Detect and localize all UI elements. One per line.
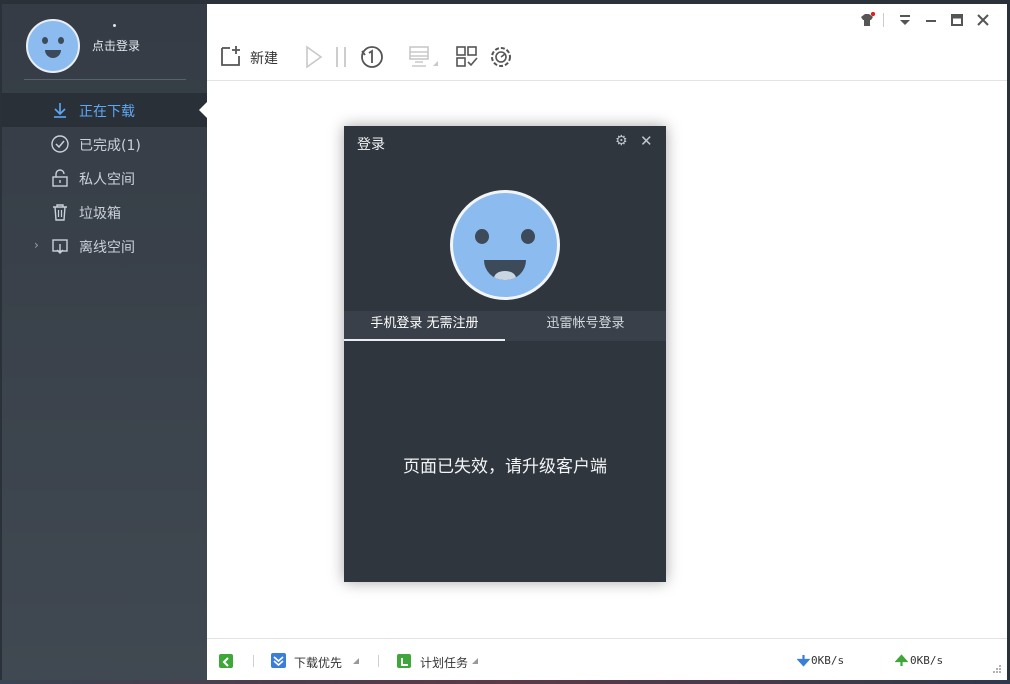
- avatar-eye-left: [475, 229, 489, 244]
- status-divider: [253, 655, 254, 667]
- status-bar: 下载优先 计划任务 0KB/s 0KB/s: [207, 638, 1007, 681]
- scheduled-tasks-button[interactable]: 计划任务: [420, 654, 468, 671]
- thunder-app-window: 点击登录 正在下载 已完成(1) 私人空间 垃圾箱 › 离线空间 新建 下载优先…: [0, 0, 1010, 684]
- play-icon[interactable]: [303, 42, 325, 72]
- sidebar-item-trash[interactable]: 垃圾箱: [2, 195, 207, 229]
- grid-view-icon[interactable]: [454, 42, 480, 72]
- titlebar-divider: [883, 13, 884, 27]
- avatar-mouth: [484, 260, 526, 280]
- dialog-close-icon[interactable]: ✕: [640, 132, 653, 150]
- avatar-eye-right: [521, 229, 535, 244]
- close-icon[interactable]: [975, 12, 991, 28]
- speed-limit-icon[interactable]: [359, 42, 385, 72]
- dialog-title: 登录: [357, 137, 385, 153]
- collapse-sidebar-button[interactable]: [219, 654, 233, 668]
- status-divider: [378, 655, 379, 667]
- user-avatar[interactable]: [26, 19, 80, 73]
- sidebar-item-offline-space[interactable]: › 离线空间: [2, 229, 207, 263]
- sidebar: 点击登录 正在下载 已完成(1) 私人空间 垃圾箱 › 离线空间: [2, 4, 207, 680]
- pause-icon[interactable]: [333, 42, 349, 72]
- avatar-tongue: [494, 271, 516, 280]
- sidebar-item-downloading[interactable]: 正在下载: [2, 93, 207, 127]
- sidebar-item-label: 正在下载: [79, 104, 135, 120]
- active-indicator: [199, 102, 207, 118]
- download-speed-icon: [797, 655, 810, 667]
- tab-account-login[interactable]: 迅雷帐号登录: [505, 311, 666, 341]
- schedule-icon: [397, 654, 411, 668]
- chevron-right-icon[interactable]: ›: [34, 238, 39, 252]
- toolbar: 新建: [207, 34, 1007, 81]
- download-speed: 0KB/s: [811, 654, 845, 667]
- sidebar-divider: [24, 79, 186, 80]
- menu-dropdown-icon[interactable]: [897, 12, 913, 28]
- status-dot: [113, 24, 116, 27]
- sidebar-item-label: 已完成(1): [79, 138, 141, 154]
- minimize-icon[interactable]: [923, 12, 939, 28]
- sidebar-item-label: 私人空间: [79, 172, 135, 188]
- check-circle-icon: [51, 135, 69, 153]
- settings-gear-icon[interactable]: [488, 42, 514, 72]
- avatar-eye-left: [42, 37, 48, 44]
- resize-grip-icon[interactable]: [992, 664, 1002, 674]
- new-file-icon: [221, 46, 240, 66]
- tab-phone-login[interactable]: 手机登录 无需注册: [344, 311, 505, 341]
- avatar-eye-right: [58, 37, 64, 44]
- sidebar-item-private-space[interactable]: 私人空间: [2, 161, 207, 195]
- lock-icon: [52, 169, 68, 187]
- download-icon: [54, 103, 66, 118]
- avatar-mouth: [45, 50, 61, 58]
- upload-speed-icon: [895, 654, 908, 666]
- sort-icon[interactable]: [407, 42, 441, 72]
- schedule-dropdown-icon[interactable]: [472, 658, 478, 664]
- priority-icon: [271, 653, 286, 668]
- dialog-avatar: [450, 190, 560, 300]
- login-dialog: 登录 ⚙ ✕ 手机登录 无需注册 迅雷帐号登录 页面已失效，请升级客户端: [344, 126, 666, 582]
- sidebar-item-label: 离线空间: [79, 240, 135, 256]
- skin-icon[interactable]: [859, 12, 875, 28]
- trash-icon: [53, 204, 67, 221]
- cloud-icon: [52, 239, 68, 254]
- window-controls: [849, 12, 999, 32]
- upload-speed: 0KB/s: [910, 654, 944, 667]
- sidebar-item-completed[interactable]: 已完成(1): [2, 127, 207, 161]
- new-task-button[interactable]: 新建: [219, 42, 294, 72]
- chevron-left-icon: [222, 657, 229, 667]
- maximize-icon[interactable]: [949, 12, 965, 28]
- expired-message: 页面已失效，请升级客户端: [403, 457, 607, 477]
- priority-dropdown-icon[interactable]: [353, 658, 359, 664]
- schedule-glyph-icon: [401, 658, 408, 666]
- dialog-settings-icon[interactable]: ⚙: [615, 133, 628, 149]
- desktop-background-strip: [0, 680, 1010, 684]
- login-link[interactable]: 点击登录: [92, 37, 140, 54]
- new-task-label: 新建: [250, 51, 278, 67]
- sidebar-item-label: 垃圾箱: [79, 206, 121, 222]
- download-priority-button[interactable]: 下载优先: [294, 654, 342, 671]
- login-tabs: 手机登录 无需注册 迅雷帐号登录: [344, 311, 666, 341]
